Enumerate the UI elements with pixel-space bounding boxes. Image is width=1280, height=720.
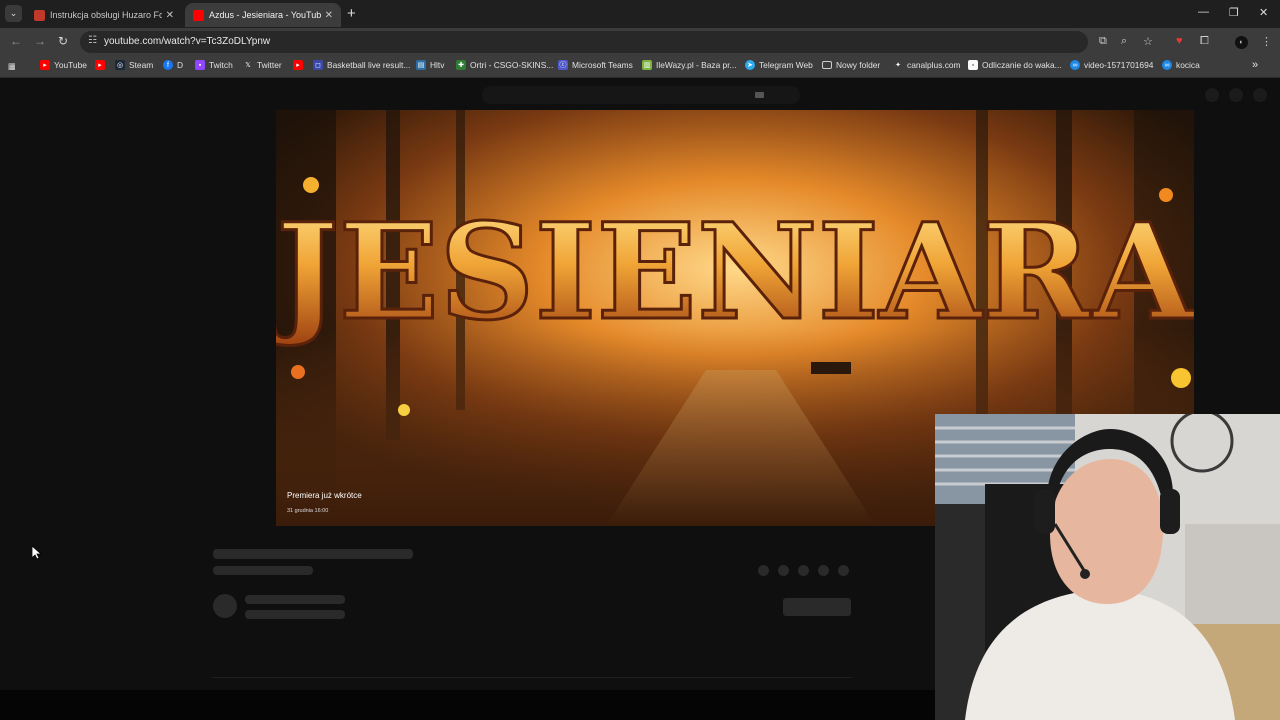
tab-title: Azdus - Jesieniara - YouTube: [209, 10, 321, 20]
canalplus-icon: ✦: [895, 62, 901, 69]
subscribe-button-skeleton: [783, 598, 851, 616]
bookmark-kocica[interactable]: ∞ kocica: [1162, 60, 1200, 70]
webcam-overlay: [935, 414, 1280, 720]
browser-toolbar: ← → ↻ ☷ youtube.com/watch?v=Tc3ZoDLYpnw …: [0, 28, 1280, 56]
bookmark-youtube-2[interactable]: ▸: [95, 60, 109, 70]
tab-search-button[interactable]: ⌄: [5, 5, 22, 22]
address-bar[interactable]: ☷ youtube.com/watch?v=Tc3ZoDLYpnw: [80, 31, 1088, 53]
tab-strip: ⌄ Instrukcja obsługi Huzaro Force ✕ Azdu…: [0, 0, 1280, 28]
youtube-icon: ▸: [40, 60, 50, 70]
bookmark-odliczanie[interactable]: ▫ Odliczanie do waka...: [968, 60, 1062, 70]
url-text: youtube.com/watch?v=Tc3ZoDLYpnw: [104, 36, 271, 47]
close-window-icon[interactable]: ✕: [1259, 6, 1268, 19]
telegram-icon: ➤: [745, 60, 755, 70]
video-icon: ∞: [1070, 60, 1080, 70]
restore-icon[interactable]: ❐: [1229, 6, 1239, 19]
youtube-icon: ▸: [293, 60, 303, 70]
skeleton-icon: [1205, 88, 1219, 102]
basketball-icon: ◻: [313, 60, 323, 70]
install-app-icon[interactable]: ⧉: [1099, 35, 1107, 48]
folder-icon: [822, 61, 832, 69]
tab-instrukcja[interactable]: Instrukcja obsługi Huzaro Force ✕: [26, 3, 182, 27]
bookmark-youtube-3[interactable]: ▸: [293, 60, 307, 70]
steam-icon: ◎: [115, 60, 125, 70]
extension-icon[interactable]: ♥: [1176, 35, 1183, 47]
action-skeleton: [758, 565, 769, 576]
title-skeleton: [213, 549, 413, 559]
kocica-icon: ∞: [1162, 60, 1172, 70]
thumbnail-title: JESIENIARA: [276, 195, 1194, 350]
reload-icon[interactable]: ↻: [58, 34, 68, 48]
bookmark-ortri[interactable]: ✚ Ortri - CSGO-SKINS...: [456, 60, 553, 70]
minimize-icon[interactable]: —: [1198, 6, 1209, 18]
action-skeleton: [838, 565, 849, 576]
action-skeleton: [798, 565, 809, 576]
action-skeleton: [778, 565, 789, 576]
ilewazy-icon: ▥: [642, 60, 652, 70]
skeleton-icon: [1229, 88, 1243, 102]
close-tab-icon[interactable]: ✕: [325, 10, 333, 21]
premiere-label: Premiera już wkrótce: [287, 491, 362, 500]
bookmark-star-icon[interactable]: ☆: [1143, 35, 1153, 48]
keyboard-icon[interactable]: [755, 92, 764, 98]
bookmark-video[interactable]: ∞ video-1571701694: [1070, 60, 1153, 70]
more-bookmarks-icon[interactable]: »: [1252, 59, 1258, 71]
tab-youtube[interactable]: Azdus - Jesieniara - YouTube ✕: [185, 3, 341, 27]
bookmark-folder[interactable]: Nowy folder: [822, 60, 880, 70]
pdf-favicon-icon: [34, 9, 45, 21]
apps-grid-icon[interactable]: ▦: [8, 61, 16, 71]
skeleton-icon: [1253, 88, 1267, 102]
action-skeleton: [818, 565, 829, 576]
bookmark-twitter[interactable]: 𝕏 Twitter: [243, 60, 282, 70]
bookmark-steam[interactable]: ◎ Steam: [115, 60, 153, 70]
bookmark-twitch[interactable]: ▪ Twitch: [195, 60, 233, 70]
extensions-puzzle-icon[interactable]: ⧠: [1200, 35, 1209, 48]
subscriber-skeleton: [245, 610, 345, 619]
facebook-icon: f: [163, 60, 173, 70]
profile-avatar[interactable]: ◐: [1235, 36, 1248, 49]
subtitle-skeleton: [213, 566, 313, 575]
twitch-icon: ▪: [195, 60, 205, 70]
youtube-icon: ▸: [95, 60, 105, 70]
teams-icon: ⓣ: [558, 60, 568, 70]
channel-name-skeleton: [245, 595, 345, 604]
back-icon[interactable]: ←: [10, 34, 22, 48]
premiere-date: 31 grudnia 16:00: [287, 508, 329, 514]
bookmark-teams[interactable]: ⓣ Microsoft Teams: [558, 60, 633, 70]
calendar-icon: ▫: [968, 60, 978, 70]
new-tab-button[interactable]: +: [347, 5, 356, 22]
mouse-cursor-icon: [32, 546, 42, 560]
tab-title: Instrukcja obsługi Huzaro Force: [50, 10, 162, 20]
bookmark-canalplus[interactable]: ✦ canalplus.com: [893, 60, 960, 70]
bookmark-youtube[interactable]: ▸ YouTube: [40, 60, 87, 70]
bookmarks-bar: ▦ ▸ YouTube ▸ ◎ Steam fD ▪ Twitch 𝕏 Twitter …: [0, 56, 1280, 78]
streamer-webcam-image: [935, 414, 1280, 720]
bookmark-telegram[interactable]: ➤ Telegram Web: [745, 60, 813, 70]
bookmark-basketball[interactable]: ◻ Basketball live result...: [313, 60, 410, 70]
x-icon: 𝕏: [245, 62, 251, 69]
ortri-icon: ✚: [456, 60, 466, 70]
close-tab-icon[interactable]: ✕: [166, 10, 174, 21]
youtube-favicon-icon: [193, 9, 204, 21]
search-bar-skeleton[interactable]: [482, 86, 800, 104]
divider: [212, 677, 852, 678]
zoom-icon[interactable]: ⌕: [1121, 35, 1127, 48]
menu-kebab-icon[interactable]: ⋮: [1261, 35, 1272, 48]
bookmark-ilewazy[interactable]: ▥ IleWazy.pl - Baza pr...: [642, 60, 737, 70]
forward-icon[interactable]: →: [34, 34, 46, 48]
site-info-icon[interactable]: ☷: [88, 35, 97, 46]
hltv-icon: ▤: [416, 60, 426, 70]
bookmark-facebook[interactable]: fD: [163, 60, 183, 70]
bookmark-hltv[interactable]: ▤ Hltv: [416, 60, 444, 70]
channel-avatar-skeleton: [213, 594, 237, 618]
